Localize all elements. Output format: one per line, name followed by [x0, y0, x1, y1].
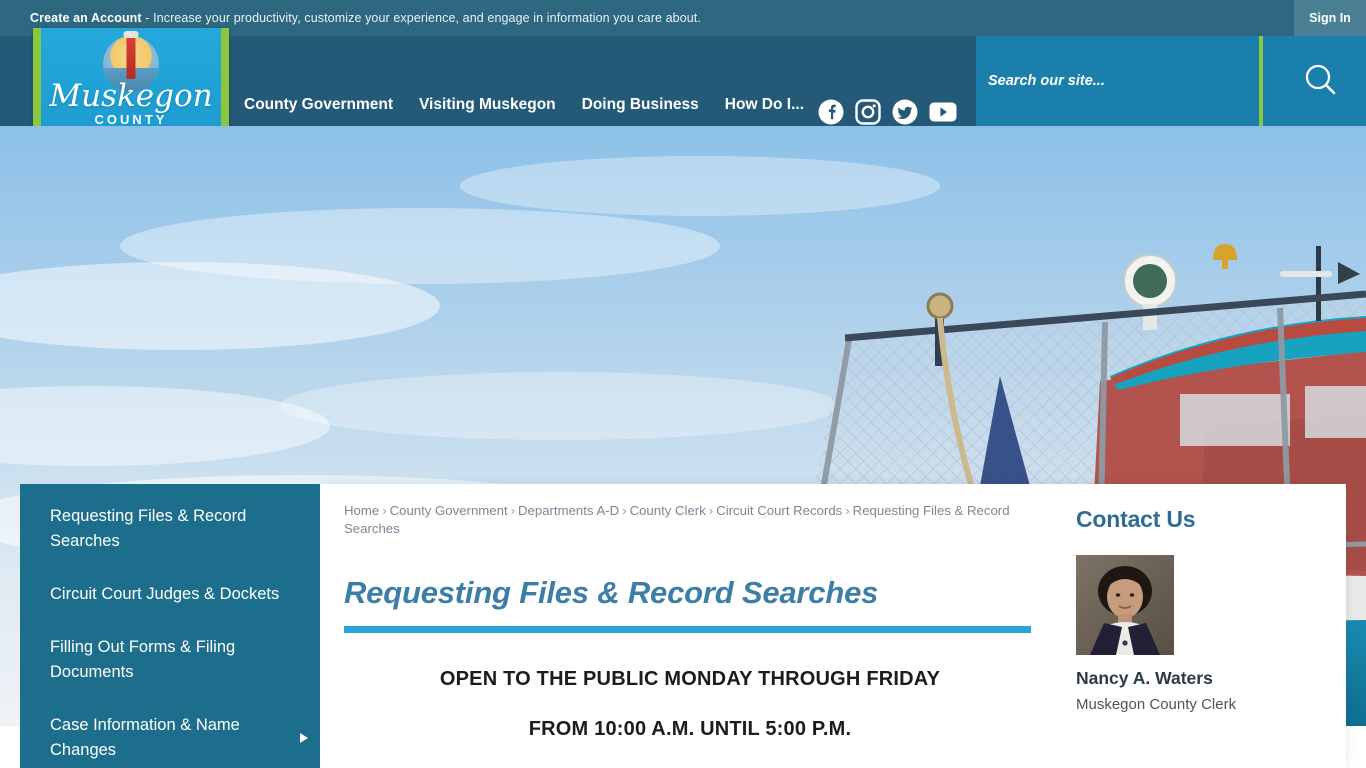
create-account-text: - Increase your productivity, customize … — [141, 11, 701, 25]
hours-line-2: FROM 10:00 A.M. UNTIL 5:00 P.M. — [528, 718, 852, 740]
sidebar-item-circuit-court-judges-dockets[interactable]: Circuit Court Judges & Dockets — [50, 582, 286, 607]
create-account-link[interactable]: Create an Account — [30, 11, 142, 25]
logo-inner: Muskegon COUNTY — [41, 28, 221, 137]
page-title: Requesting Files & Record Searches — [344, 575, 879, 610]
logo-county-label: COUNTY — [94, 112, 168, 127]
sidebar-item-label: Case Information & Name Changes — [50, 716, 240, 759]
breadcrumb: Home › County Government › Departments A-D › C… — [344, 502, 1036, 538]
sidebar-item-case-information-name-changes[interactable]: Case Information & Name Changes — [50, 713, 308, 763]
sidebar-item-label: Requesting Files & Record Searches — [50, 507, 247, 550]
twitter-icon[interactable] — [892, 99, 918, 125]
facebook-icon[interactable] — [818, 99, 844, 125]
breadcrumb-item-county-government[interactable]: County Government — [390, 503, 508, 518]
contact-us-panel: Contact Us Nancy A. Waters Muskegon Coun… — [1076, 506, 1316, 713]
section-sidebar-menu: Requesting Files & Record Searches Circu… — [20, 484, 320, 768]
breadcrumb-separator: › — [708, 503, 714, 518]
nav-item-doing-business[interactable]: Doing Business — [582, 96, 699, 114]
primary-navigation: County Government Visiting Muskegon Doin… — [244, 96, 804, 114]
youtube-icon[interactable] — [929, 101, 957, 123]
main-column: Home › County Government › Departments A-D › C… — [344, 502, 1036, 741]
contact-us-heading: Contact Us — [1076, 506, 1196, 532]
breadcrumb-item-departments-a-d[interactable]: Departments A-D — [518, 503, 619, 518]
nav-item-county-government[interactable]: County Government — [244, 96, 393, 114]
social-links — [818, 99, 957, 125]
search-divider — [1259, 36, 1263, 126]
lighthouse-tower-icon — [123, 31, 139, 79]
site-header: Muskegon COUNTY County Government Visiti… — [0, 28, 1366, 137]
nav-item-how-do-i[interactable]: How Do I... — [725, 96, 804, 114]
logo-wordmark: Muskegon — [49, 78, 213, 114]
avatar — [1076, 555, 1174, 655]
sidebar-item-filling-out-forms-filing-documents[interactable]: Filling Out Forms & Filing Documents — [50, 635, 286, 685]
breadcrumb-separator: › — [622, 503, 627, 518]
page-content-card: Home › County Government › Departments A-D › C… — [320, 484, 1346, 768]
search-input[interactable] — [976, 36, 1248, 126]
sidebar-item-requesting-files-record-searches[interactable]: Requesting Files & Record Searches — [50, 504, 286, 554]
site-logo[interactable]: Muskegon COUNTY — [33, 28, 229, 137]
nav-item-visiting-muskegon[interactable]: Visiting Muskegon — [419, 96, 556, 114]
sidebar-item-label: Circuit Court Judges & Dockets — [50, 585, 280, 603]
breadcrumb-separator: › — [510, 503, 516, 518]
breadcrumb-item-home[interactable]: Home — [344, 503, 379, 518]
create-account-message[interactable]: Create an Account - Increase your produc… — [0, 11, 701, 25]
search-button[interactable] — [1276, 36, 1366, 126]
breadcrumb-separator: › — [845, 503, 850, 518]
sidebar-item-label: Filling Out Forms & Filing Documents — [50, 638, 236, 681]
hours-line-1: OPEN TO THE PUBLIC MONDAY THROUGH FRIDAY — [439, 668, 941, 690]
chevron-right-icon[interactable] — [300, 733, 308, 743]
instagram-icon[interactable] — [855, 99, 881, 125]
title-underline-rule — [344, 626, 1031, 633]
portrait-photo — [1076, 555, 1174, 655]
breadcrumb-item-circuit-court-records[interactable]: Circuit Court Records — [716, 503, 842, 518]
sign-in-button[interactable]: Sign In — [1294, 0, 1366, 36]
breadcrumb-item-county-clerk[interactable]: County Clerk — [630, 503, 706, 518]
breadcrumb-separator: › — [382, 503, 387, 518]
contact-person-role: Muskegon County Clerk — [1076, 696, 1237, 713]
site-search — [976, 36, 1366, 126]
search-icon — [1305, 64, 1336, 95]
contact-person-name: Nancy A. Waters — [1076, 668, 1213, 688]
